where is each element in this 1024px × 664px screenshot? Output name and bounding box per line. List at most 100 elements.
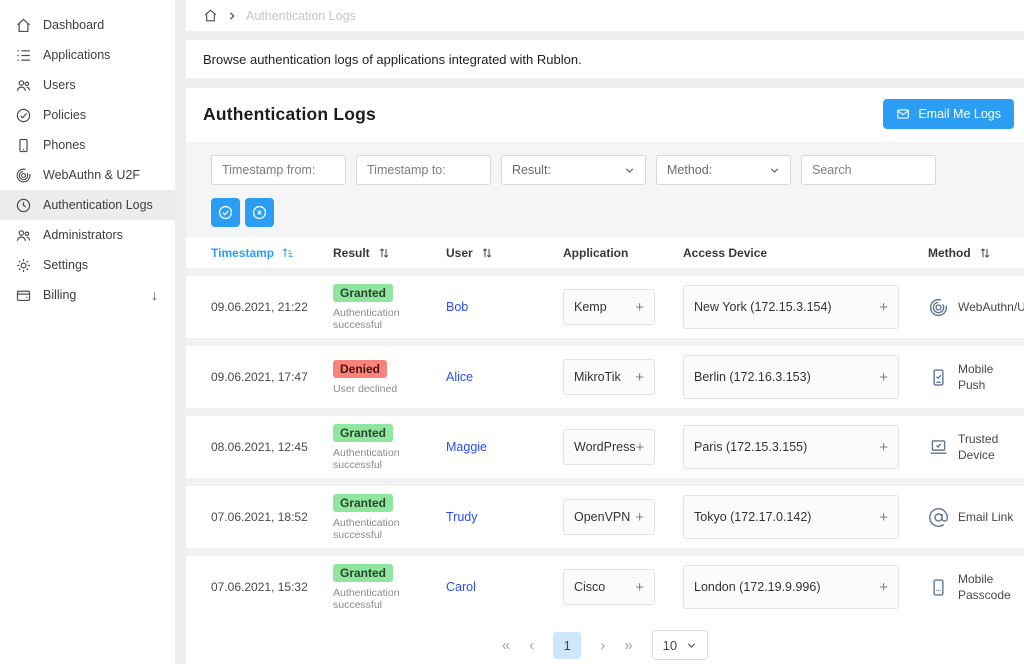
chevron-right-icon (227, 11, 237, 21)
phone-icon (15, 137, 32, 154)
check-circle-icon (217, 204, 234, 221)
sidebar-item-label: Settings (43, 258, 88, 272)
sidebar-item-administrators[interactable]: Administrators (0, 220, 175, 250)
user-link[interactable]: Alice (446, 370, 473, 384)
mobile-passcode-icon (928, 577, 949, 598)
table-row: 07.06.2021, 15:32 Granted Authentication… (186, 556, 1024, 618)
authentication-logs-card: Authentication Logs Email Me Logs Result… (186, 88, 1024, 664)
breadcrumb-current: Authentication Logs (246, 9, 356, 23)
result-detail: User declined (333, 383, 446, 395)
plus-icon: + (635, 369, 644, 386)
people-icon (15, 77, 32, 94)
sidebar-item-webauthn[interactable]: WebAuthn & U2F (0, 160, 175, 190)
user-link[interactable]: Carol (446, 580, 476, 594)
sidebar-item-users[interactable]: Users (0, 70, 175, 100)
previous-page-button[interactable]: ‹ (529, 638, 534, 653)
access-device-expander[interactable]: Berlin (172.16.3.153) + (683, 355, 899, 399)
column-header-timestamp[interactable]: Timestamp (211, 246, 333, 260)
user-link[interactable]: Bob (446, 300, 468, 314)
application-expander[interactable]: Kemp + (563, 289, 655, 325)
last-page-button[interactable]: » (624, 638, 632, 653)
sidebar-item-dashboard[interactable]: Dashboard (0, 10, 175, 40)
access-device-expander[interactable]: London (172.19.9.996) + (683, 565, 899, 609)
timestamp-from-input[interactable] (211, 155, 346, 185)
application-expander[interactable]: WordPress + (563, 429, 655, 465)
user-link[interactable]: Trudy (446, 510, 478, 524)
sidebar-item-phones[interactable]: Phones (0, 130, 175, 160)
trusted-device-icon (928, 437, 949, 458)
sidebar-item-policies[interactable]: Policies (0, 100, 175, 130)
next-page-button[interactable]: › (600, 638, 605, 653)
list-icon (15, 47, 32, 64)
method-label: Email Link (958, 509, 1013, 525)
method-label: Mobile Push (958, 361, 1018, 393)
info-text: Browse authentication logs of applicatio… (203, 52, 582, 67)
page-title: Authentication Logs (203, 104, 376, 125)
arrow-down-icon[interactable]: ↓ (151, 287, 160, 303)
chevron-down-icon (769, 165, 780, 176)
home-icon (15, 17, 32, 34)
x-circle-icon (251, 204, 268, 221)
filters: Result: Method: (186, 142, 1024, 237)
result-detail: Authentication successful (333, 447, 446, 471)
sort-both-icon (978, 246, 992, 260)
clear-filters-button[interactable] (245, 198, 274, 227)
column-header-method[interactable]: Method (928, 246, 1024, 260)
user-link[interactable]: Maggie (446, 440, 487, 454)
first-page-button[interactable]: « (502, 638, 510, 653)
column-header-application: Application (563, 246, 683, 260)
result-detail: Authentication successful (333, 587, 446, 611)
sidebar-item-label: Applications (43, 48, 110, 62)
sidebar-item-applications[interactable]: Applications (0, 40, 175, 70)
sidebar-item-billing[interactable]: Billing ↓ (0, 280, 175, 310)
column-header-user[interactable]: User (446, 246, 563, 260)
result-badge: Denied (333, 360, 387, 378)
fingerprint-icon (928, 297, 949, 318)
chevron-down-icon (686, 640, 697, 651)
chevron-down-icon (624, 165, 635, 176)
sidebar-item-label: Administrators (43, 228, 123, 242)
page-size-select[interactable]: 10 (652, 630, 708, 660)
log-timestamp: 07.06.2021, 18:52 (211, 510, 333, 524)
method-label: WebAuthn/U2F (958, 299, 1024, 315)
application-expander[interactable]: MikroTik + (563, 359, 655, 395)
access-device-expander[interactable]: Tokyo (172.17.0.142) + (683, 495, 899, 539)
plus-icon: + (636, 439, 645, 456)
sidebar-item-settings[interactable]: Settings (0, 250, 175, 280)
table-row: 07.06.2021, 18:52 Granted Authentication… (186, 486, 1024, 548)
plus-icon: + (879, 299, 888, 316)
sidebar: Dashboard Applications Users Policies Ph… (0, 0, 175, 664)
log-timestamp: 08.06.2021, 12:45 (211, 440, 333, 454)
sidebar-item-authentication-logs[interactable]: Authentication Logs (0, 190, 175, 220)
table-row: 09.06.2021, 21:22 Granted Authentication… (186, 276, 1024, 338)
table-row: 08.06.2021, 12:45 Granted Authentication… (186, 416, 1024, 478)
sidebar-item-label: Phones (43, 138, 85, 152)
plus-icon: + (635, 579, 644, 596)
timestamp-to-input[interactable] (356, 155, 491, 185)
method-label: Mobile Passcode (958, 571, 1018, 603)
plus-icon: + (879, 509, 888, 526)
application-expander[interactable]: Cisco + (563, 569, 655, 605)
sidebar-item-label: WebAuthn & U2F (43, 168, 140, 182)
apply-filters-button[interactable] (211, 198, 240, 227)
plus-icon: + (635, 509, 644, 526)
method-label: Trusted Device (958, 431, 1018, 463)
main-content: Authentication Logs Browse authenticatio… (186, 0, 1024, 664)
column-header-access-device: Access Device (683, 246, 928, 260)
current-page-button[interactable]: 1 (553, 632, 581, 659)
plus-icon: + (879, 439, 888, 456)
sidebar-item-label: Dashboard (43, 18, 104, 32)
sidebar-item-label: Policies (43, 108, 86, 122)
access-device-expander[interactable]: Paris (172.15.3.155) + (683, 425, 899, 469)
email-me-logs-button[interactable]: Email Me Logs (883, 99, 1014, 129)
result-select[interactable]: Result: (501, 155, 646, 185)
application-expander[interactable]: OpenVPN + (563, 499, 655, 535)
sort-both-icon (480, 246, 494, 260)
access-device-expander[interactable]: New York (172.15.3.154) + (683, 285, 899, 329)
search-input[interactable] (801, 155, 936, 185)
column-header-result[interactable]: Result (333, 246, 446, 260)
sidebar-item-label: Authentication Logs (43, 198, 153, 212)
method-select[interactable]: Method: (656, 155, 791, 185)
pagination: « ‹ 1 › » 10 (186, 626, 1024, 664)
home-icon[interactable] (203, 8, 218, 23)
